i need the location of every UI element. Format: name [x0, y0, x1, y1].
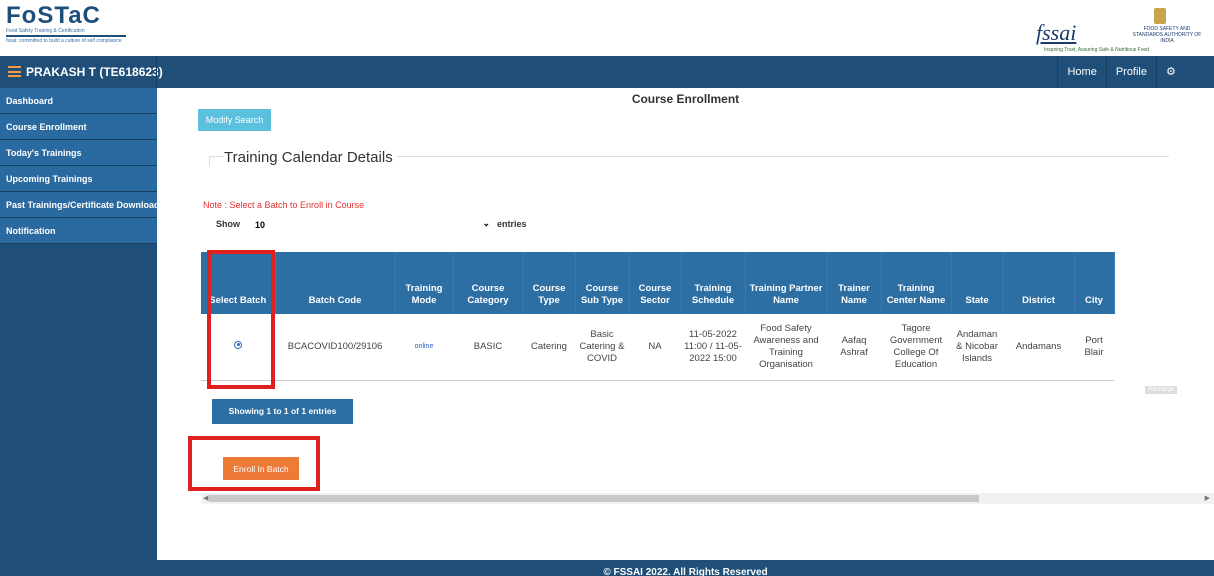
training-schedule-cell: 11-05-2022 11:00 / 11-05-2022 15:00	[681, 314, 745, 381]
col-course-sector[interactable]: Course Sector	[629, 252, 682, 314]
col-trainer-name[interactable]: Trainer Name	[827, 252, 882, 314]
chevron-down-icon: ⌄	[482, 218, 490, 228]
navbar: PRAKASH T (TE618623) Home Profile ⚙ Help…	[0, 56, 1214, 110]
modify-search-button[interactable]: Modify Search	[198, 109, 271, 131]
fssai-logo: fssai FOOD SAFETY AND STANDARDS AUTHORIT…	[1036, 6, 1206, 53]
sidebar-item-notification[interactable]: Notification	[0, 218, 157, 244]
state-cell: Andaman & Nicobar Islands	[951, 314, 1003, 381]
scroll-right-icon[interactable]: ▶	[1205, 494, 1210, 502]
nav-help[interactable]: ⚙ Help? ▾	[1156, 56, 1214, 110]
col-batch-code[interactable]: Batch Code	[275, 252, 396, 314]
scrollbar-thumb[interactable]	[209, 495, 979, 502]
entries-select[interactable]: 10 ⌄	[250, 215, 493, 235]
note-text: Note : Select a Batch to Enroll in Cours…	[203, 200, 365, 210]
course-category-cell: BASIC	[453, 314, 523, 381]
logo-tagline: fssai: committed to build a culture of s…	[6, 38, 122, 44]
city-cell: Port Blair	[1074, 314, 1114, 381]
fostac-logo[interactable]: FoSTaC Food Safety Training & Certificat…	[6, 4, 156, 50]
col-training-center[interactable]: Training Center Name	[881, 252, 952, 314]
training-center-cell: Tagore Government College Of Education	[881, 314, 951, 381]
nav-profile[interactable]: Profile	[1105, 56, 1156, 88]
scroll-left-icon[interactable]: ◀	[203, 494, 208, 502]
highlight-select-batch	[207, 250, 275, 389]
sidebar: Dashboard Course Enrollment Today's Trai…	[0, 88, 157, 576]
sidebar-item-dashboard[interactable]: Dashboard	[0, 88, 157, 114]
fssai-wordmark: fssai	[1036, 20, 1077, 45]
fssai-authority: FOOD SAFETY AND STANDARDS AUTHORITY OF I…	[1132, 26, 1202, 44]
logo-text: FoSTaC	[6, 2, 101, 29]
batch-code-cell: BCACOVID100/29106	[275, 314, 395, 381]
showing-entries-info: Showing 1 to 1 of 1 entries	[212, 399, 353, 424]
course-sub-type-cell: Basic Catering & COVID	[575, 314, 629, 381]
footer: © FSSAI 2022. All Rights Reserved	[157, 560, 1214, 576]
national-emblem-icon	[1154, 8, 1166, 24]
highlight-enroll-button	[188, 436, 320, 491]
col-course-sub-type[interactable]: Course Sub Type	[575, 252, 630, 314]
trainer-name-cell: Aafaq Ashraf	[827, 314, 881, 381]
training-partner-cell: Food Safety Awareness and Training Organ…	[745, 314, 827, 381]
menu-icon[interactable]	[8, 66, 21, 77]
recharge-badge[interactable]: Recharge	[1145, 386, 1178, 394]
sidebar-item-todays-trainings[interactable]: Today's Trainings	[0, 140, 157, 166]
course-sector-cell: NA	[629, 314, 681, 381]
sidebar-item-upcoming-trainings[interactable]: Upcoming Trainings	[0, 166, 157, 192]
col-course-category[interactable]: Course Category	[453, 252, 524, 314]
col-city[interactable]: City	[1074, 252, 1115, 314]
section-legend: Training Calendar Details	[224, 149, 397, 166]
col-training-schedule[interactable]: Training Schedule	[681, 252, 746, 314]
logo-divider	[6, 35, 126, 37]
entries-label: entries	[497, 219, 527, 229]
fssai-slogan: Inspiring Trust, Assuring Safe & Nutriti…	[1044, 47, 1150, 53]
col-district[interactable]: District	[1003, 252, 1075, 314]
table-header-row: Select Batch Batch Code Training Mode Co…	[201, 252, 1115, 314]
table-row[interactable]: BCACOVID100/29106 online BASIC Catering …	[201, 314, 1114, 381]
batch-table-wrapper[interactable]: Select Batch Batch Code Training Mode Co…	[201, 252, 1214, 384]
show-label: Show	[216, 219, 240, 229]
top-header: FoSTaC Food Safety Training & Certificat…	[0, 0, 1214, 56]
sidebar-item-past-trainings[interactable]: Past Trainings/Certificate Download	[0, 192, 157, 218]
col-course-type[interactable]: Course Type	[523, 252, 576, 314]
district-cell: Andamans	[1003, 314, 1074, 381]
batch-table: Select Batch Batch Code Training Mode Co…	[201, 252, 1115, 381]
page-title: Course Enrollment	[631, 92, 740, 106]
col-state[interactable]: State	[951, 252, 1004, 314]
col-training-mode[interactable]: Training Mode	[395, 252, 454, 314]
horizontal-scrollbar[interactable]: ◀ ▶	[201, 493, 1214, 504]
nav-links: Home Profile ⚙ Help? ▾	[1057, 56, 1214, 110]
logo-subtitle: Food Safety Training & Certification	[6, 28, 85, 34]
entries-select-value: 10	[255, 220, 266, 230]
nav-home[interactable]: Home	[1057, 56, 1105, 88]
fieldset-corner	[209, 156, 217, 166]
course-type-cell: Catering	[523, 314, 575, 381]
col-training-partner[interactable]: Training Partner Name	[745, 252, 828, 314]
training-mode-cell: online	[395, 314, 453, 381]
nav-divider	[156, 56, 157, 88]
username: PRAKASH T (TE618623)	[26, 65, 163, 79]
sidebar-item-course-enrollment[interactable]: Course Enrollment	[0, 114, 157, 140]
